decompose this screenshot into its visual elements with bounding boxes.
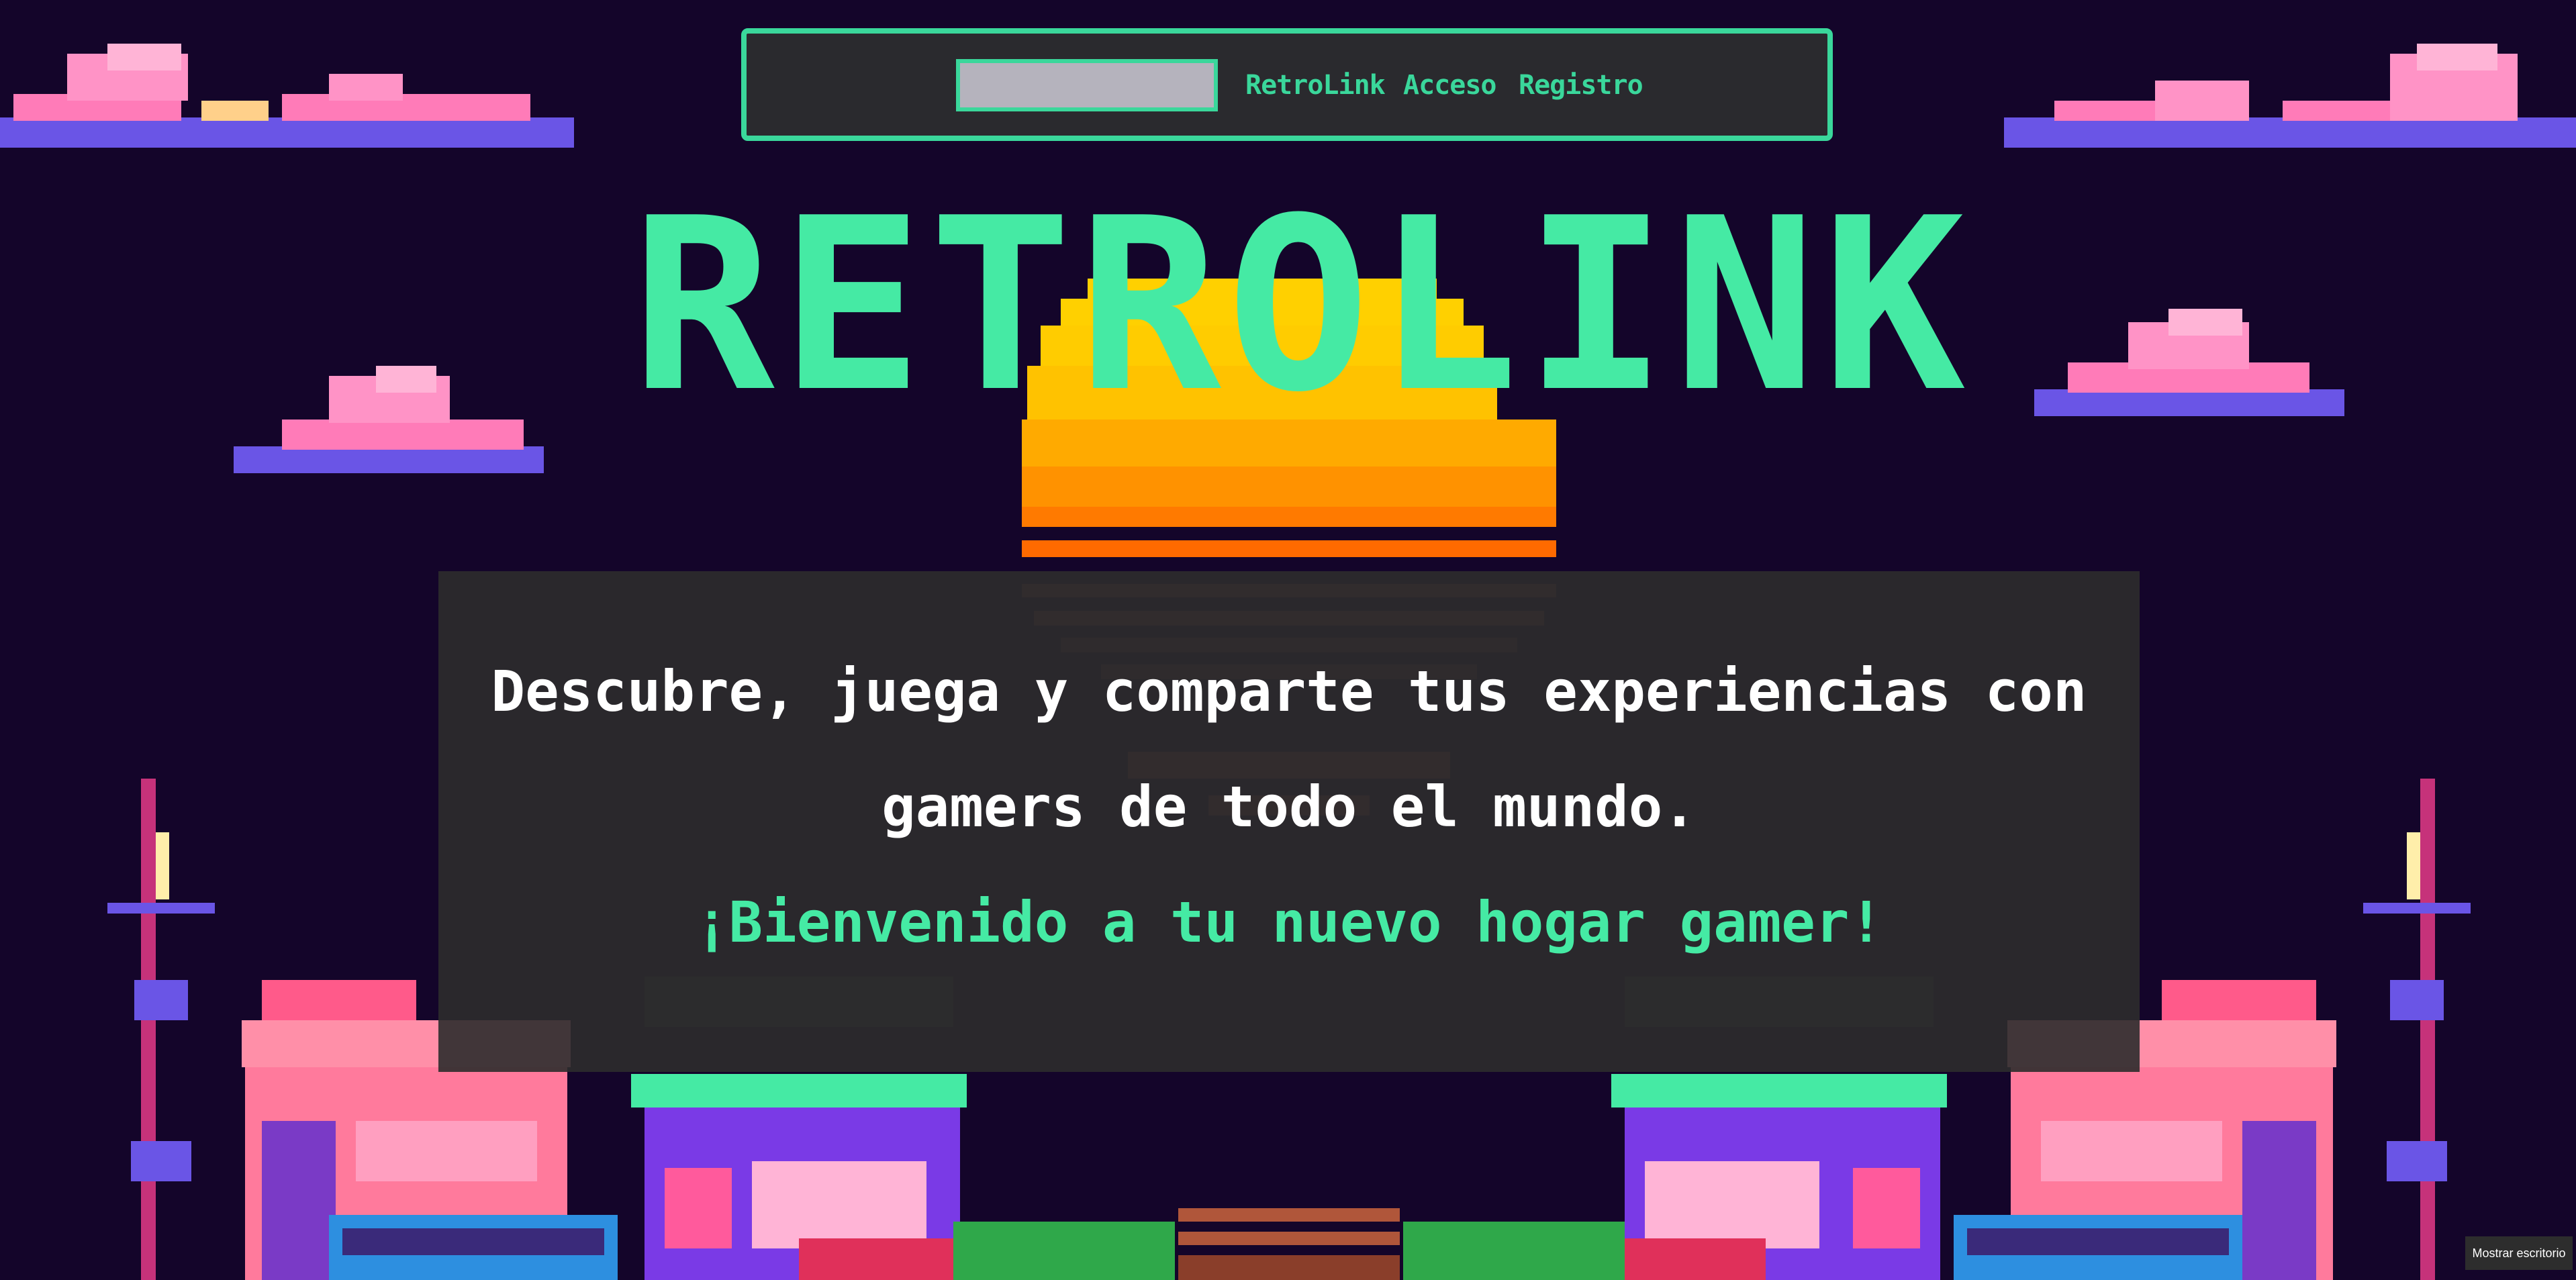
nav-link-registro[interactable]: Registro (1519, 62, 1643, 109)
top-navbar: RetroLink Acceso Registro (741, 28, 1833, 141)
nav-link-acceso[interactable]: Acceso (1403, 62, 1496, 109)
hero-tagline-line2: gamers de todo el mundo. (881, 774, 1697, 840)
hero-panel: Descubre, juega y comparte tus experienc… (438, 571, 2140, 1072)
retrolink-logo: RETROLINK (631, 166, 1971, 444)
nav-link-retrolink[interactable]: RetroLink (1245, 62, 1386, 109)
hero-welcome: ¡Bienvenido a tu nuevo hogar gamer! (694, 889, 1884, 955)
hero-tagline-line1: Descubre, juega y comparte tus experienc… (491, 658, 2087, 724)
bus-icon (329, 1215, 618, 1280)
bench-icon (1178, 1208, 1400, 1280)
show-desktop-button[interactable]: Mostrar escritorio (2465, 1236, 2573, 1270)
bush-icon (1403, 1222, 1625, 1280)
search-input[interactable] (956, 59, 1218, 111)
bush-icon (953, 1222, 1175, 1280)
bus-icon (1954, 1215, 2242, 1280)
